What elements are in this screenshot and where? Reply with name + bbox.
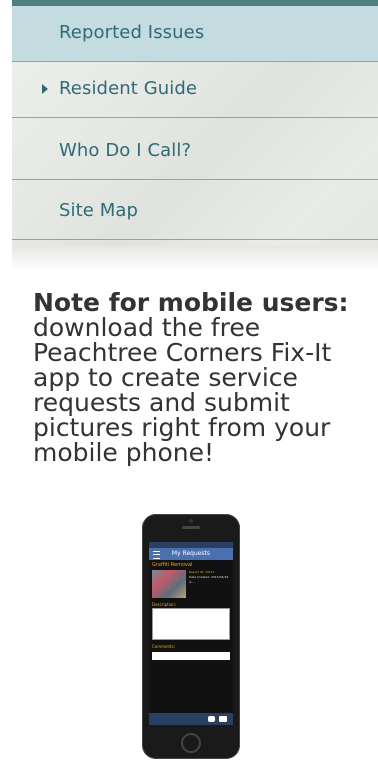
note-heading: Note for mobile users: [33, 288, 349, 317]
nav-item-label: Site Map [59, 200, 139, 221]
note-line: pictures right from your [33, 413, 331, 442]
request-info: Report ID: 10111 Date Created: 2015/02/1… [186, 570, 230, 598]
note-line: mobile phone! [33, 438, 214, 467]
app-title: My Requests [171, 550, 211, 557]
phone-bottom-bar [149, 713, 233, 725]
nav-fade [12, 246, 378, 270]
nav-item-label: Reported Issues [59, 22, 205, 43]
nav-item-site-map[interactable]: Site Map [12, 184, 378, 240]
comments-label: Comments: [152, 644, 176, 649]
comments-input [152, 652, 230, 660]
phone-screen: My Requests Graffiti Removal Report ID: … [149, 542, 233, 725]
thumbs-up-icon [219, 716, 227, 722]
mobile-users-note: Note for mobile users: download the free… [33, 290, 373, 465]
note-line: Peachtree Corners Fix-It [33, 338, 332, 367]
side-navigation: Reported Issues Resident Guide Who Do I … [12, 6, 378, 268]
note-line: requests and submit [33, 388, 290, 417]
app-bar: My Requests [149, 548, 233, 560]
nav-item-label: Resident Guide [59, 78, 198, 99]
phone-home-button [181, 733, 201, 753]
fix-it-app-phone-image: My Requests Graffiti Removal Report ID: … [142, 514, 240, 759]
request-date: Date Created: 2015/02/18 4:... [189, 575, 229, 584]
note-line: app to create service [33, 363, 298, 392]
description-label: Description: [152, 602, 177, 607]
request-summary: Report ID: 10111 Date Created: 2015/02/1… [149, 570, 233, 598]
caret-right-icon [42, 84, 48, 94]
request-type: Graffiti Removal [152, 562, 193, 568]
phone-camera [189, 519, 193, 523]
comment-icon [208, 716, 215, 722]
nav-item-resident-guide[interactable]: Resident Guide [12, 62, 378, 118]
nav-item-label: Who Do I Call? [59, 140, 192, 161]
description-box [152, 608, 230, 640]
phone-speaker [182, 526, 200, 529]
nav-item-reported-issues[interactable]: Reported Issues [12, 6, 378, 62]
nav-item-who-do-i-call[interactable]: Who Do I Call? [12, 124, 378, 180]
hamburger-menu-icon [153, 551, 160, 559]
graffiti-photo [152, 570, 186, 598]
note-line: download the free [33, 313, 261, 342]
